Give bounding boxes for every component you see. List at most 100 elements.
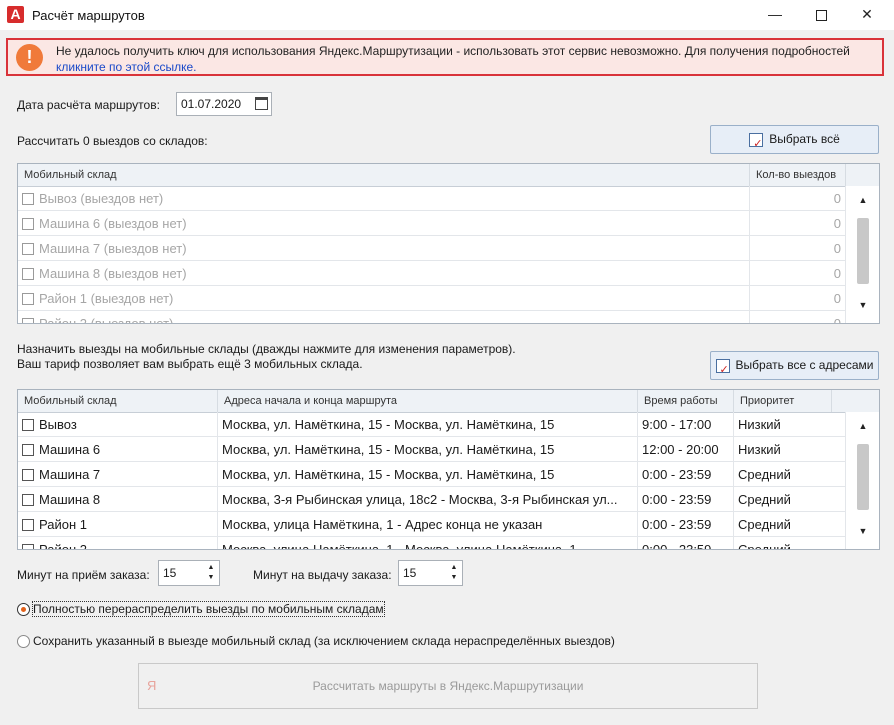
table-row[interactable]: Район 2 (выездов нет) 0 [18,311,846,324]
warehouses-scrollbar[interactable]: ▲ ▼ [846,186,879,323]
window-title: Расчёт маршрутов [32,8,145,23]
warehouse-name: Район 2 [39,542,87,550]
checklist-icon [749,131,764,158]
warehouse-name: Район 1 [39,517,87,532]
warehouse-cell: Вывоз [18,412,218,437]
warehouse-name: Машина 6 (выездов нет) [39,216,187,231]
column-header-hours[interactable]: Время работы [638,390,734,412]
row-checkbox[interactable] [22,469,34,481]
stepper-arrows-icon[interactable]: ▲ ▼ [205,563,217,583]
row-checkbox[interactable] [22,419,34,431]
row-checkbox[interactable] [22,268,34,280]
table-row[interactable]: Вывоз (выездов нет) 0 [18,186,846,211]
row-checkbox[interactable] [22,218,34,230]
priority-cell: Средний [734,487,846,512]
table-row[interactable]: Машина 8 (выездов нет) 0 [18,261,846,286]
calculate-routes-button[interactable]: Я Рассчитать маршруты в Яндекс.Маршрутиз… [138,663,758,709]
warehouse-cell: Машина 6 [18,437,218,462]
warehouse-name: Машина 8 (выездов нет) [39,266,187,281]
table-row[interactable]: Вывоз Москва, ул. Намёткина, 15 - Москва,… [18,412,846,437]
priority-cell: Средний [734,537,846,549]
calendar-icon[interactable] [255,97,268,110]
select-all-with-addresses-label: Выбрать все с адресами [735,358,874,372]
table-row[interactable]: Машина 6 Москва, ул. Намёткина, 15 - Моск… [18,437,846,462]
column-header-priority[interactable]: Приоритет [734,390,832,412]
select-all-button[interactable]: Выбрать всё [710,125,879,158]
priority-cell: Низкий [734,437,846,462]
table-row[interactable]: Машина 8 Москва, 3-я Рыбинская улица, 18с… [18,487,846,512]
row-checkbox[interactable] [22,318,34,323]
warehouse-cell: Машина 8 (выездов нет) [18,261,750,286]
maximize-icon [815,9,827,21]
row-checkbox[interactable] [22,293,34,305]
redistribute-label[interactable]: Полностью перераспределить выезды по моб… [32,601,385,617]
close-button[interactable]: ✕ [844,0,890,30]
scroll-up-icon[interactable]: ▲ [846,418,879,434]
scroll-up-icon[interactable]: ▲ [846,192,879,208]
select-all-with-addresses-button[interactable]: Выбрать все с адресами [710,351,879,384]
keep-warehouse-radio[interactable] [17,635,30,648]
table-row[interactable]: Район 2 Москва, улица Намёткина, 1 - Моск… [18,537,846,550]
accept-minutes-stepper[interactable]: 15 ▲ ▼ [158,560,220,586]
issue-minutes-label: Минут на выдачу заказа: [253,568,392,582]
maximize-button[interactable] [798,0,844,30]
warehouse-name: Вывоз [39,417,77,432]
hours-cell: 0:00 - 23:59 [638,487,734,512]
select-all-label: Выбрать всё [769,132,840,146]
column-header-warehouse[interactable]: Мобильный склад [18,164,750,186]
date-value: 01.07.2020 [181,97,242,111]
assign-scrollbar[interactable]: ▲ ▼ [846,412,879,549]
warehouse-cell: Район 2 [18,537,218,550]
column-header-warehouse[interactable]: Мобильный склад [18,390,218,412]
priority-cell: Средний [734,512,846,537]
table-row[interactable]: Машина 7 (выездов нет) 0 [18,236,846,261]
warehouse-cell: Район 2 (выездов нет) [18,311,750,324]
error-details-link[interactable]: кликните по этой ссылке. [56,60,197,74]
warehouse-name: Машина 6 [39,442,101,457]
warehouse-cell: Машина 6 (выездов нет) [18,211,750,236]
table-row[interactable]: Машина 7 Москва, ул. Намёткина, 15 - Моск… [18,462,846,487]
yandex-icon: Я [147,678,157,693]
date-input[interactable]: 01.07.2020 [176,92,272,116]
column-header-addresses[interactable]: Адреса начала и конца маршрута [218,390,638,412]
error-message: Не удалось получить ключ для использован… [56,43,850,75]
count-cell: 0 [750,236,846,261]
date-label: Дата расчёта маршрутов: [17,98,160,112]
scroll-thumb[interactable] [857,218,869,284]
issue-minutes-stepper[interactable]: 15 ▲ ▼ [398,560,463,586]
accept-minutes-value: 15 [163,566,177,580]
minimize-button[interactable]: — [752,0,798,30]
scroll-thumb[interactable] [857,444,869,510]
warehouse-cell: Машина 7 (выездов нет) [18,236,750,261]
keep-warehouse-label[interactable]: Сохранить указанный в выезде мобильный с… [33,634,615,648]
row-checkbox[interactable] [22,544,34,549]
checklist-icon [715,357,730,384]
row-checkbox[interactable] [22,193,34,205]
warehouse-name: Машина 8 [39,492,101,507]
warehouse-name: Район 2 (выездов нет) [39,316,174,324]
table-row[interactable]: Машина 6 (выездов нет) 0 [18,211,846,236]
table-row[interactable]: Район 1 (выездов нет) 0 [18,286,846,311]
error-banner: ! Не удалось получить ключ для использов… [6,38,884,76]
stepper-arrows-icon[interactable]: ▲ ▼ [448,563,460,583]
priority-cell: Низкий [734,412,846,437]
hours-cell: 0:00 - 23:59 [638,512,734,537]
hours-cell: 0:00 - 23:59 [638,537,734,549]
address-cell: Москва, ул. Намёткина, 15 - Москва, ул. … [218,412,638,437]
app-logo-icon: A [7,6,24,23]
row-checkbox[interactable] [22,494,34,506]
row-checkbox[interactable] [22,243,34,255]
column-header-count[interactable]: Кол-во выездов [750,164,846,186]
redistribute-radio[interactable] [17,603,30,616]
scroll-down-icon[interactable]: ▼ [846,297,879,313]
warehouse-name: Машина 7 [39,467,101,482]
table-row[interactable]: Район 1 Москва, улица Намёткина, 1 - Адре… [18,512,846,537]
warehouse-name: Машина 7 (выездов нет) [39,241,187,256]
warehouse-cell: Район 1 [18,512,218,537]
warehouses-grid-header: Мобильный склад Кол-во выездов [18,164,879,187]
scroll-down-icon[interactable]: ▼ [846,523,879,539]
hours-cell: 12:00 - 20:00 [638,437,734,462]
row-checkbox[interactable] [22,519,34,531]
row-checkbox[interactable] [22,444,34,456]
priority-cell: Средний [734,462,846,487]
